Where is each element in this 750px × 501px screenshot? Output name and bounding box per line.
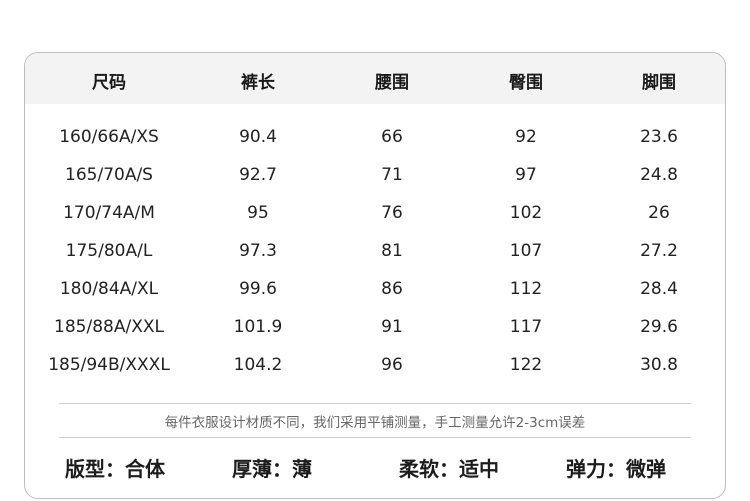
attr-elasticity: 弹力：微弹 [566,457,666,481]
cell-size: 185/94B/XXXL [48,355,170,375]
cell-waist: 81 [381,241,403,261]
cell-hip: 122 [509,355,543,375]
cell-hip: 107 [509,241,543,261]
cell-size: 185/88A/XXL [54,317,164,337]
cell-length: 99.6 [239,279,277,299]
header-hem: 脚围 [642,73,676,93]
table-row: 165/70A/S 92.7 71 97 24.8 [25,165,725,189]
table-row: 175/80A/L 97.3 81 107 27.2 [25,241,725,265]
cell-hip: 92 [515,127,537,147]
cell-hem: 24.8 [640,165,678,185]
attr-softness: 柔软：适中 [399,457,499,481]
cell-length: 104.2 [233,355,283,375]
table-row: 160/66A/XS 90.4 66 92 23.6 [25,127,725,151]
header-length: 裤长 [241,73,275,93]
cell-hem: 28.4 [640,279,678,299]
cell-waist: 71 [381,165,403,185]
cell-size: 175/80A/L [65,241,153,261]
table-header: 尺码 裤长 腰围 臀围 脚围 [25,53,725,104]
attr-thickness: 厚薄：薄 [232,457,312,481]
measurement-note: 每件衣服设计材质不同，我们采用平铺测量，手工测量允许2-3cm误差 [164,415,586,431]
cell-length: 92.7 [239,165,277,185]
cell-length: 97.3 [239,241,277,261]
note-top-divider [59,403,691,404]
cell-length: 90.4 [239,127,277,147]
cell-hem: 23.6 [640,127,678,147]
cell-waist: 96 [381,355,403,375]
cell-waist: 76 [381,203,403,223]
cell-size: 165/70A/S [65,165,153,185]
cell-length: 101.9 [233,317,283,337]
size-chart-card: 尺码 裤长 腰围 臀围 脚围 160/66A/XS 90.4 66 92 23.… [24,52,726,499]
fabric-attributes: 版型：合体 厚薄：薄 柔软：适中 弹力：微弹 [25,453,725,483]
cell-hip: 117 [509,317,543,337]
cell-hip: 97 [515,165,537,185]
table-row: 170/74A/M 95 76 102 26 [25,203,725,227]
cell-hem: 26 [648,203,670,223]
cell-waist: 91 [381,317,403,337]
note-bottom-divider [59,437,691,438]
attr-fit: 版型：合体 [65,457,165,481]
cell-hem: 30.8 [640,355,678,375]
header-hip: 臀围 [509,73,543,93]
cell-hem: 29.6 [640,317,678,337]
cell-length: 95 [247,203,269,223]
table-row: 185/88A/XXL 101.9 91 117 29.6 [25,317,725,341]
cell-hip: 112 [509,279,543,299]
table-row: 180/84A/XL 99.6 86 112 28.4 [25,279,725,303]
cell-size: 170/74A/M [63,203,155,223]
header-size: 尺码 [92,73,126,93]
cell-waist: 86 [381,279,403,299]
table-row: 185/94B/XXXL 104.2 96 122 30.8 [25,355,725,379]
cell-waist: 66 [381,127,403,147]
cell-hip: 102 [509,203,543,223]
cell-size: 160/66A/XS [59,127,159,147]
cell-size: 180/84A/XL [59,279,159,299]
cell-hem: 27.2 [640,241,678,261]
header-waist: 腰围 [375,73,409,93]
